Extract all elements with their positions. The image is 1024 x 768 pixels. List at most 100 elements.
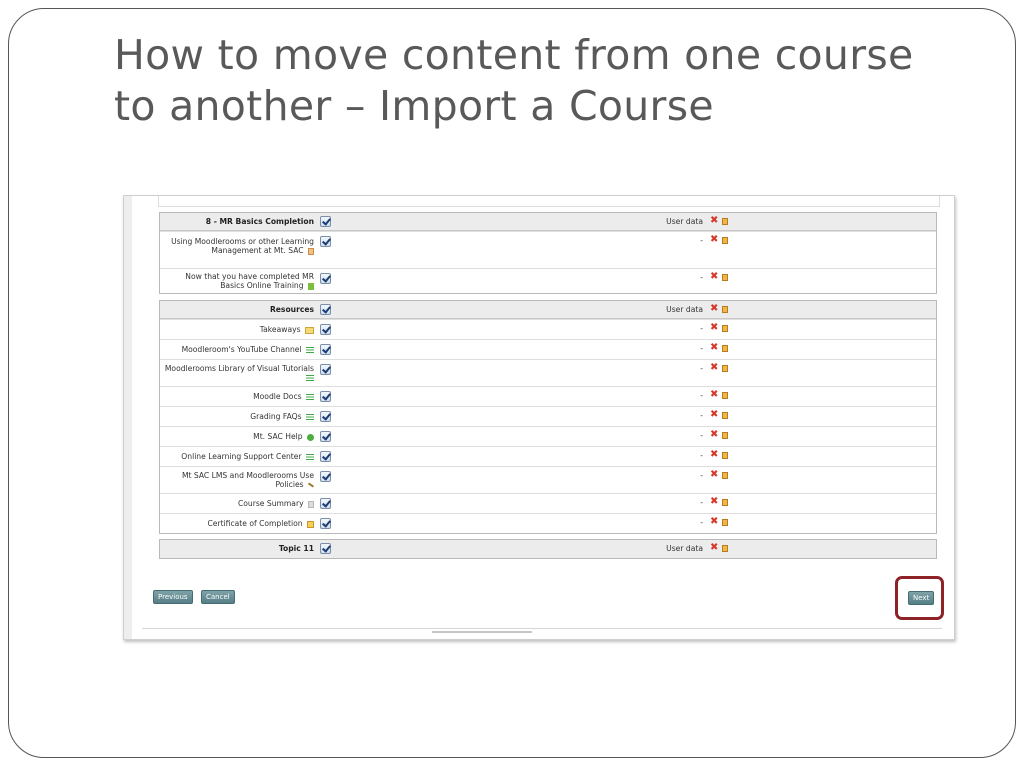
section-topic-11: Topic 11 User data ✖ (159, 539, 937, 559)
activity-row: Mt. SAC Help - ✖ (160, 426, 936, 446)
activity-row: Course Summary - ✖ (160, 493, 936, 513)
activity-label: Grading FAQs (162, 412, 314, 421)
grey-doc-icon (308, 500, 314, 508)
activity-include-checkbox[interactable] (320, 273, 331, 284)
activity-include-checkbox[interactable] (320, 236, 331, 247)
remove-x-icon[interactable]: ✖ (710, 363, 718, 373)
activity-include-checkbox[interactable] (320, 391, 331, 402)
remove-x-icon[interactable]: ✖ (710, 497, 718, 507)
user-data-doc-icon (722, 345, 728, 352)
remove-x-icon[interactable]: ✖ (710, 390, 718, 400)
previous-section-fragment (158, 196, 940, 207)
user-data-value: - (700, 518, 703, 527)
activity-include-checkbox[interactable] (320, 344, 331, 355)
previous-button[interactable]: Previous (153, 590, 193, 604)
remove-x-icon[interactable]: ✖ (710, 450, 718, 460)
remove-x-icon[interactable]: ✖ (710, 216, 718, 226)
user-data-doc-icon (722, 472, 728, 479)
user-data-value: - (700, 273, 703, 282)
activity-row: Moodleroom's YouTube Channel - ✖ (160, 339, 936, 359)
user-data-value: - (700, 431, 703, 440)
section-include-checkbox[interactable] (320, 543, 331, 554)
user-data-doc-icon (722, 365, 728, 372)
user-data-label: User data (666, 305, 703, 314)
green-file-icon (308, 282, 314, 290)
activity-label: Takeaways (162, 325, 314, 334)
activity-include-checkbox[interactable] (320, 518, 331, 529)
activity-label: Moodleroom's YouTube Channel (162, 345, 314, 354)
folder-icon (305, 326, 314, 334)
activity-label: Now that you have completed MR Basics On… (185, 272, 314, 290)
activity-row: Grading FAQs - ✖ (160, 406, 936, 426)
slide-title: How to move content from one course to a… (114, 30, 974, 132)
user-data-doc-icon (722, 325, 728, 332)
activity-label: Using Moodlerooms or other Learning Mana… (171, 237, 314, 255)
section-mr-basics-completion: 8 - MR Basics Completion User data ✖ Usi… (159, 212, 937, 294)
activity-label: Course Summary (162, 499, 314, 508)
screenshot-left-strip (124, 196, 132, 639)
next-button-highlight: Next (895, 576, 944, 620)
activity-label: Certificate of Completion (162, 519, 314, 528)
section-heading: Topic 11 (278, 544, 314, 553)
user-data-doc-icon (722, 306, 728, 313)
activity-row: Online Learning Support Center - ✖ (160, 446, 936, 466)
user-data-doc-icon (722, 412, 728, 419)
activity-row: Moodle Docs - ✖ (160, 386, 936, 406)
page-icon (306, 414, 314, 420)
activity-row: Mt SAC LMS and Moodlerooms Use Policies … (160, 466, 936, 493)
activity-include-checkbox[interactable] (320, 498, 331, 509)
import-course-screenshot: 8 - MR Basics Completion User data ✖ Usi… (123, 195, 955, 640)
remove-x-icon[interactable]: ✖ (710, 410, 718, 420)
activity-include-checkbox[interactable] (320, 364, 331, 375)
page-icon (306, 394, 314, 400)
user-data-doc-icon (722, 452, 728, 459)
footer-text-fragment (432, 631, 532, 633)
user-data-value: - (700, 411, 703, 420)
page-icon (306, 454, 314, 460)
certificate-icon (307, 520, 314, 528)
slide-title-line-1: How to move content from one course (114, 31, 914, 79)
activity-label: Moodle Docs (162, 392, 314, 401)
dot-icon (307, 433, 314, 441)
activity-include-checkbox[interactable] (320, 411, 331, 422)
remove-x-icon[interactable]: ✖ (710, 272, 718, 282)
user-data-doc-icon (722, 218, 728, 225)
activity-row: Now that you have completed MR Basics On… (160, 268, 936, 294)
user-data-doc-icon (722, 274, 728, 281)
remove-x-icon[interactable]: ✖ (710, 470, 718, 480)
user-data-value: - (700, 471, 703, 480)
remove-x-icon[interactable]: ✖ (710, 343, 718, 353)
next-button[interactable]: Next (908, 591, 935, 605)
remove-x-icon[interactable]: ✖ (710, 304, 718, 314)
user-data-value: - (700, 236, 703, 245)
user-data-value: - (700, 451, 703, 460)
remove-x-icon[interactable]: ✖ (710, 517, 718, 527)
user-data-value: - (700, 324, 703, 333)
remove-x-icon[interactable]: ✖ (710, 430, 718, 440)
footer-fragment (142, 628, 942, 639)
section-include-checkbox[interactable] (320, 216, 331, 227)
remove-x-icon[interactable]: ✖ (710, 235, 718, 245)
section-header-row: Resources User data ✖ (160, 301, 936, 319)
activity-include-checkbox[interactable] (320, 324, 331, 335)
user-data-value: - (700, 391, 703, 400)
user-data-doc-icon (722, 519, 728, 526)
user-data-doc-icon (722, 237, 728, 244)
activity-include-checkbox[interactable] (320, 471, 331, 482)
pencil-icon (307, 482, 315, 488)
user-data-value: - (700, 364, 703, 373)
remove-x-icon[interactable]: ✖ (710, 543, 718, 553)
user-data-doc-icon (722, 545, 728, 552)
activity-label: Mt SAC LMS and Moodlerooms Use Policies (181, 471, 315, 489)
page-icon (306, 347, 314, 353)
section-header-row: 8 - MR Basics Completion User data ✖ (160, 213, 936, 231)
activity-label: Online Learning Support Center (162, 452, 314, 461)
activity-include-checkbox[interactable] (320, 431, 331, 442)
remove-x-icon[interactable]: ✖ (710, 323, 718, 333)
slide-title-line-2: to another – Import a Course (114, 82, 714, 130)
activity-include-checkbox[interactable] (320, 451, 331, 462)
section-include-checkbox[interactable] (320, 304, 331, 315)
cancel-button[interactable]: Cancel (201, 590, 235, 604)
user-data-label: User data (666, 544, 703, 553)
user-data-doc-icon (722, 499, 728, 506)
